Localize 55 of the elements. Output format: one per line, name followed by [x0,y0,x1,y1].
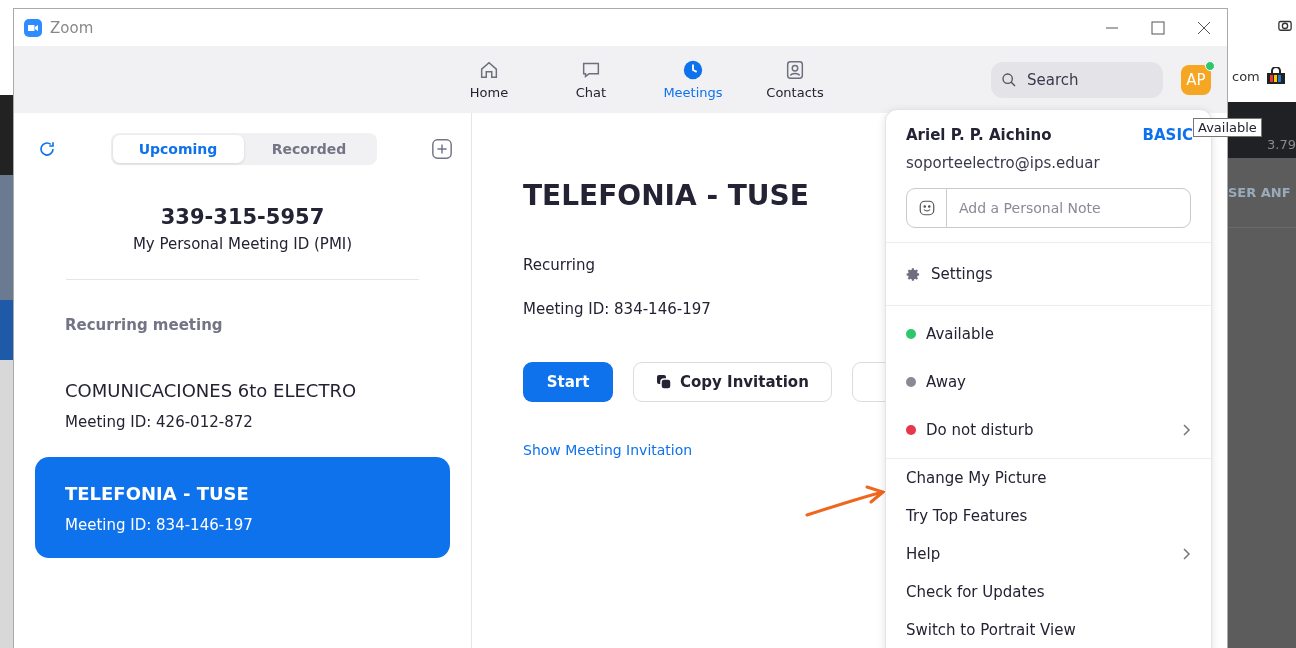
menu-item[interactable]: Available [886,310,1211,358]
menu-item[interactable]: Settings [886,247,1211,301]
settings-icon [906,266,921,282]
nav-tab[interactable]: Home [438,49,540,110]
clock-icon [682,59,704,81]
heading-fragment: SER ANF [1228,185,1291,200]
meeting-id: Meeting ID: 834-146-197 [523,300,712,318]
copy-icon [656,374,672,390]
user-email: soporteelectro@ips.eduar [906,154,1101,172]
segment-tab[interactable]: Upcoming [112,135,244,163]
search-field[interactable]: Search [1025,69,1145,90]
menu-item[interactable]: Switch to Portrait View [886,611,1211,648]
nav-tab[interactable]: Meetings [642,49,744,110]
menu-item[interactable]: Try Top Features [886,497,1211,535]
tooltip: Available [1193,118,1262,137]
meeting-id: Meeting ID: 834-146-197 [65,516,254,534]
user-name: Ariel P. P. Aichino [906,126,1052,144]
note-box[interactable]: Add a Personal Note [906,188,1191,228]
contacts-icon [784,59,806,81]
start-button[interactable]: Start [523,362,613,402]
search-bar[interactable]: Search [991,61,1163,98]
copy-invitation-button[interactable]: Copy Invitation [633,362,832,402]
segment-tab[interactable]: Recorded [243,135,375,163]
plan-label: BASIC [1142,126,1193,144]
home-icon [478,59,500,81]
menu-item[interactable]: Do not disturb [886,406,1211,454]
nav-tab[interactable]: Chat [540,49,642,110]
refresh-icon[interactable] [38,140,56,158]
window-title: Zoom [50,18,94,37]
meeting-item[interactable]: COMUNICACIONES 6to ELECTRO Meeting ID: 426-012-872 [35,380,450,431]
minimize-icon [1105,26,1119,29]
meeting-title: TELEFONIA - TUSE [65,483,250,504]
add-icon[interactable] [431,138,453,160]
price-fragment: 3.79 [1267,137,1296,152]
section-heading: Recurring meeting [65,316,224,334]
nav-tab[interactable]: Contacts [744,49,846,110]
maximize-icon [1151,20,1165,35]
smiley-icon [917,199,936,217]
menu-item[interactable]: Check for Updates [886,573,1211,611]
app-logo-icon [24,18,42,37]
pmi-label: My Personal Meeting ID (PMI) [132,235,353,253]
address-fragment: com [1232,68,1260,84]
meeting-id: Meeting ID: 426-012-872 [65,413,254,431]
meeting-item-selected[interactable]: TELEFONIA - TUSE Meeting ID: 834-146-197 [35,457,450,558]
menu-item[interactable]: Away [886,358,1211,406]
search-icon [1001,71,1017,88]
meeting-type: Recurring [523,256,596,274]
close-icon [1197,20,1211,35]
menu-item[interactable]: Change My Picture [886,459,1211,497]
menu-item[interactable]: Help [886,535,1211,573]
camera-icon [1278,18,1292,32]
meeting-title: COMUNICACIONES 6to ELECTRO [65,380,358,401]
pmi-number: 339-315-5957 [160,205,325,229]
shopping-bag-icon [1265,67,1286,85]
meeting-heading: TELEFONIA - TUSE [523,179,809,212]
